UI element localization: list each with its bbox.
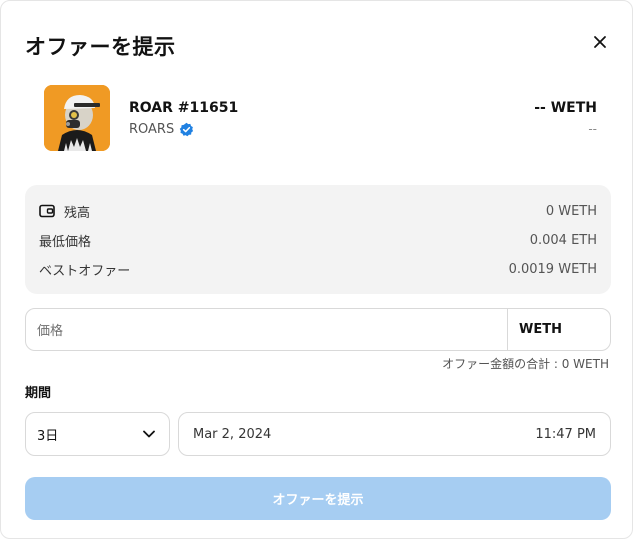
expiration-date: Mar 2, 2024 [193,426,272,442]
make-offer-button[interactable]: オファーを提示 [25,477,611,520]
nft-thumbnail [44,85,110,151]
item-summary: ROAR #11651 ROARS -- WETH -- [44,85,599,151]
price-input-group: 価格 WETH [25,308,611,351]
make-offer-modal: オファーを提示 ROAR #11651 ROARS -- WETH -- 残高 … [0,0,633,539]
item-price-fiat: -- [588,122,597,136]
currency-selector[interactable]: WETH [507,309,610,350]
floor-price-label: 最低価格 [39,234,92,250]
best-offer-label: ベストオファー [39,263,131,279]
duration-selected: 3日 [37,428,59,444]
wallet-icon [39,204,55,218]
best-offer-row: ベストオファー 0.0019 WETH [39,259,597,279]
verified-badge-icon [179,122,194,137]
best-offer-value: 0.0019 WETH [508,261,597,277]
close-button[interactable] [587,29,613,55]
expiration-datetime-picker[interactable]: Mar 2, 2024 11:47 PM [178,412,611,456]
duration-select[interactable]: 3日 [25,412,170,456]
close-icon [594,36,606,48]
floor-price-row: 最低価格 0.004 ETH [39,230,597,250]
offer-total: オファー金額の合計 : 0 WETH [442,357,609,371]
balance-row: 残高 0 WETH [39,201,597,221]
offer-info-panel: 残高 0 WETH 最低価格 0.004 ETH ベストオファー 0.0019 … [25,185,611,294]
item-name: ROAR #11651 [129,100,239,116]
chevron-down-icon [143,430,155,438]
modal-title: オファーを提示 [25,35,176,59]
balance-value: 0 WETH [545,203,597,219]
expiration-time: 11:47 PM [535,426,596,442]
collection-name: ROARS [129,122,175,137]
item-price: -- WETH [534,100,597,116]
price-input[interactable]: 価格 [26,309,507,350]
balance-label: 残高 [64,205,91,221]
collection-link[interactable]: ROARS [129,122,194,137]
duration-label: 期間 [25,386,52,401]
floor-price-value: 0.004 ETH [529,232,597,248]
